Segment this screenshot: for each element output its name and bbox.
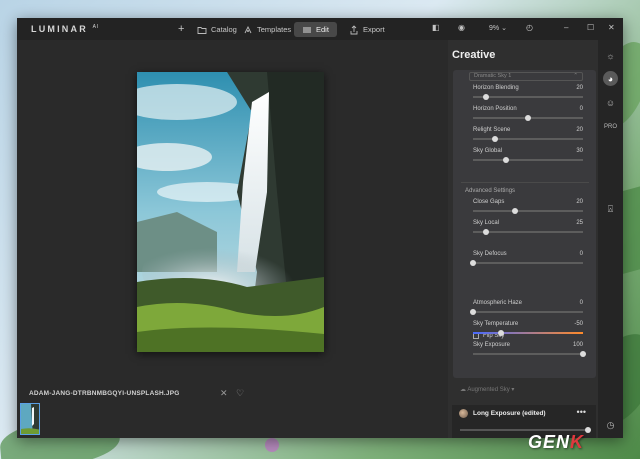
slider-knob[interactable]	[483, 93, 490, 100]
portrait-face-icon[interactable]: ☺	[603, 95, 618, 110]
app-window: LUMINAR AI + Catalog Templates Edit Expo…	[17, 18, 623, 438]
edit-button[interactable]: Edit	[294, 22, 337, 37]
slider-track[interactable]	[473, 350, 586, 357]
sky-selection-dropdown[interactable]: Dramatic Sky 1 ⌃	[469, 72, 583, 81]
preview-eye-icon[interactable]: ◉	[458, 23, 465, 32]
slider-knob[interactable]	[580, 350, 586, 357]
slider-label: Sky Local	[473, 220, 500, 226]
slider-value[interactable]: -50	[574, 321, 583, 327]
slider-label: Sky Defocus	[473, 251, 507, 257]
photo-preview[interactable]	[137, 72, 324, 352]
tools-panel: Creative Dramatic Sky 1 ⌃ Horizon Blendi…	[448, 40, 598, 438]
slider-label: Sky Global	[473, 148, 503, 154]
chevron-down-icon: ⌄	[501, 25, 507, 32]
top-toolbar: LUMINAR AI + Catalog Templates Edit Expo…	[17, 18, 623, 40]
export-icon	[350, 24, 358, 34]
slider-label: Horizon Position	[473, 106, 517, 112]
slider-label: Atmospheric Haze	[473, 300, 523, 306]
slider-label: Sky Temperature	[473, 321, 519, 327]
app-logo: LUMINAR AI	[31, 24, 100, 34]
slider-value[interactable]: 0	[580, 106, 583, 112]
slider-track[interactable]	[473, 114, 583, 121]
slider-track[interactable]	[473, 93, 583, 100]
slider-label: Close Gaps	[473, 199, 505, 205]
more-options-icon[interactable]: •••	[577, 407, 586, 417]
flip-sky-checkbox[interactable]	[473, 333, 479, 339]
export-button[interactable]: Export	[341, 22, 393, 37]
close-icon[interactable]: ✕	[608, 23, 615, 32]
favorite-heart-icon[interactable]: ♡	[236, 388, 244, 399]
sliders-icon	[303, 27, 311, 32]
slider-knob[interactable]	[497, 329, 504, 336]
sky-ai-tool-card: Dramatic Sky 1 ⌃ Horizon Blending 20 Horiz…	[453, 70, 596, 378]
slider-label: Sky Exposure	[473, 342, 511, 348]
filmstrip-thumbnail[interactable]	[20, 403, 40, 435]
slider-track[interactable]	[470, 259, 583, 266]
minimize-icon[interactable]: –	[564, 23, 568, 32]
section-divider	[461, 182, 589, 183]
tool-category-rail: ☼ ◕ ☺ PRO ⍓ ◷	[598, 40, 623, 438]
slider-value[interactable]: 20	[576, 127, 583, 133]
slider-track[interactable]	[473, 207, 583, 214]
slider-value[interactable]: 0	[580, 251, 583, 257]
slider-value[interactable]: 0	[580, 300, 583, 306]
creative-palette-icon[interactable]: ◕	[603, 71, 618, 86]
slider-value[interactable]: 20	[576, 199, 583, 205]
slider-track[interactable]	[473, 329, 583, 336]
cloud-icon: ☁	[460, 387, 466, 393]
thumbnail-image	[21, 404, 39, 434]
slider-track[interactable]	[470, 308, 583, 315]
advanced-settings-label: Advanced Settings	[465, 188, 516, 194]
panel-title: Creative	[452, 49, 496, 61]
watermark-logo: GENK	[528, 432, 585, 452]
slider-track[interactable]	[473, 135, 583, 142]
reject-icon[interactable]: ✕	[220, 388, 228, 399]
slider-value[interactable]: 30	[576, 148, 583, 154]
look-avatar	[459, 409, 468, 418]
maximize-icon[interactable]: ☐	[587, 23, 594, 32]
waterfall-image	[137, 72, 324, 352]
slider-knob[interactable]	[525, 114, 531, 121]
templates-button[interactable]: Templates	[235, 22, 299, 37]
essentials-sun-icon[interactable]: ☼	[603, 48, 618, 63]
slider-label: Relight Scene	[473, 127, 511, 133]
folder-icon	[197, 26, 207, 34]
chevron-updown-icon: ⌃	[573, 73, 578, 79]
slider-knob[interactable]	[470, 308, 476, 315]
slider-track[interactable]	[473, 156, 583, 163]
image-filename: ADAM-JANG-DTRBNMBGQYI-UNSPLASH.JPG	[29, 390, 180, 397]
slider-knob[interactable]	[585, 426, 591, 433]
templates-icon	[244, 25, 252, 33]
slider-knob[interactable]	[492, 135, 498, 142]
slider-value[interactable]: 20	[576, 85, 583, 91]
slider-knob[interactable]	[503, 156, 509, 163]
look-name: Long Exposure (edited)	[473, 410, 546, 417]
slider-knob[interactable]	[483, 228, 490, 235]
compare-icon[interactable]: ◧	[432, 23, 440, 32]
history-icon[interactable]: ◴	[526, 23, 533, 32]
slider-knob[interactable]	[470, 259, 476, 266]
slider-knob[interactable]	[511, 207, 518, 214]
background-flower	[265, 438, 279, 452]
augmented-sky-header[interactable]: ☁ Augmented Sky ▾	[460, 386, 514, 393]
history-clock-icon[interactable]: ◷	[603, 418, 618, 433]
look-amount-slider[interactable]	[460, 426, 591, 433]
image-canvas[interactable]: ADAM-JANG-DTRBNMBGQYI-UNSPLASH.JPG ✕ ♡	[17, 40, 448, 438]
slider-track[interactable]	[473, 228, 583, 235]
slider-label: Horizon Blending	[473, 85, 519, 91]
zoom-level[interactable]: 9% ⌄	[489, 24, 507, 32]
canvas-layers-icon[interactable]: ⍓	[603, 202, 618, 217]
slider-value[interactable]: 100	[573, 342, 583, 348]
professional-pro-icon[interactable]: PRO	[603, 119, 618, 134]
slider-value[interactable]: 25	[576, 220, 583, 226]
